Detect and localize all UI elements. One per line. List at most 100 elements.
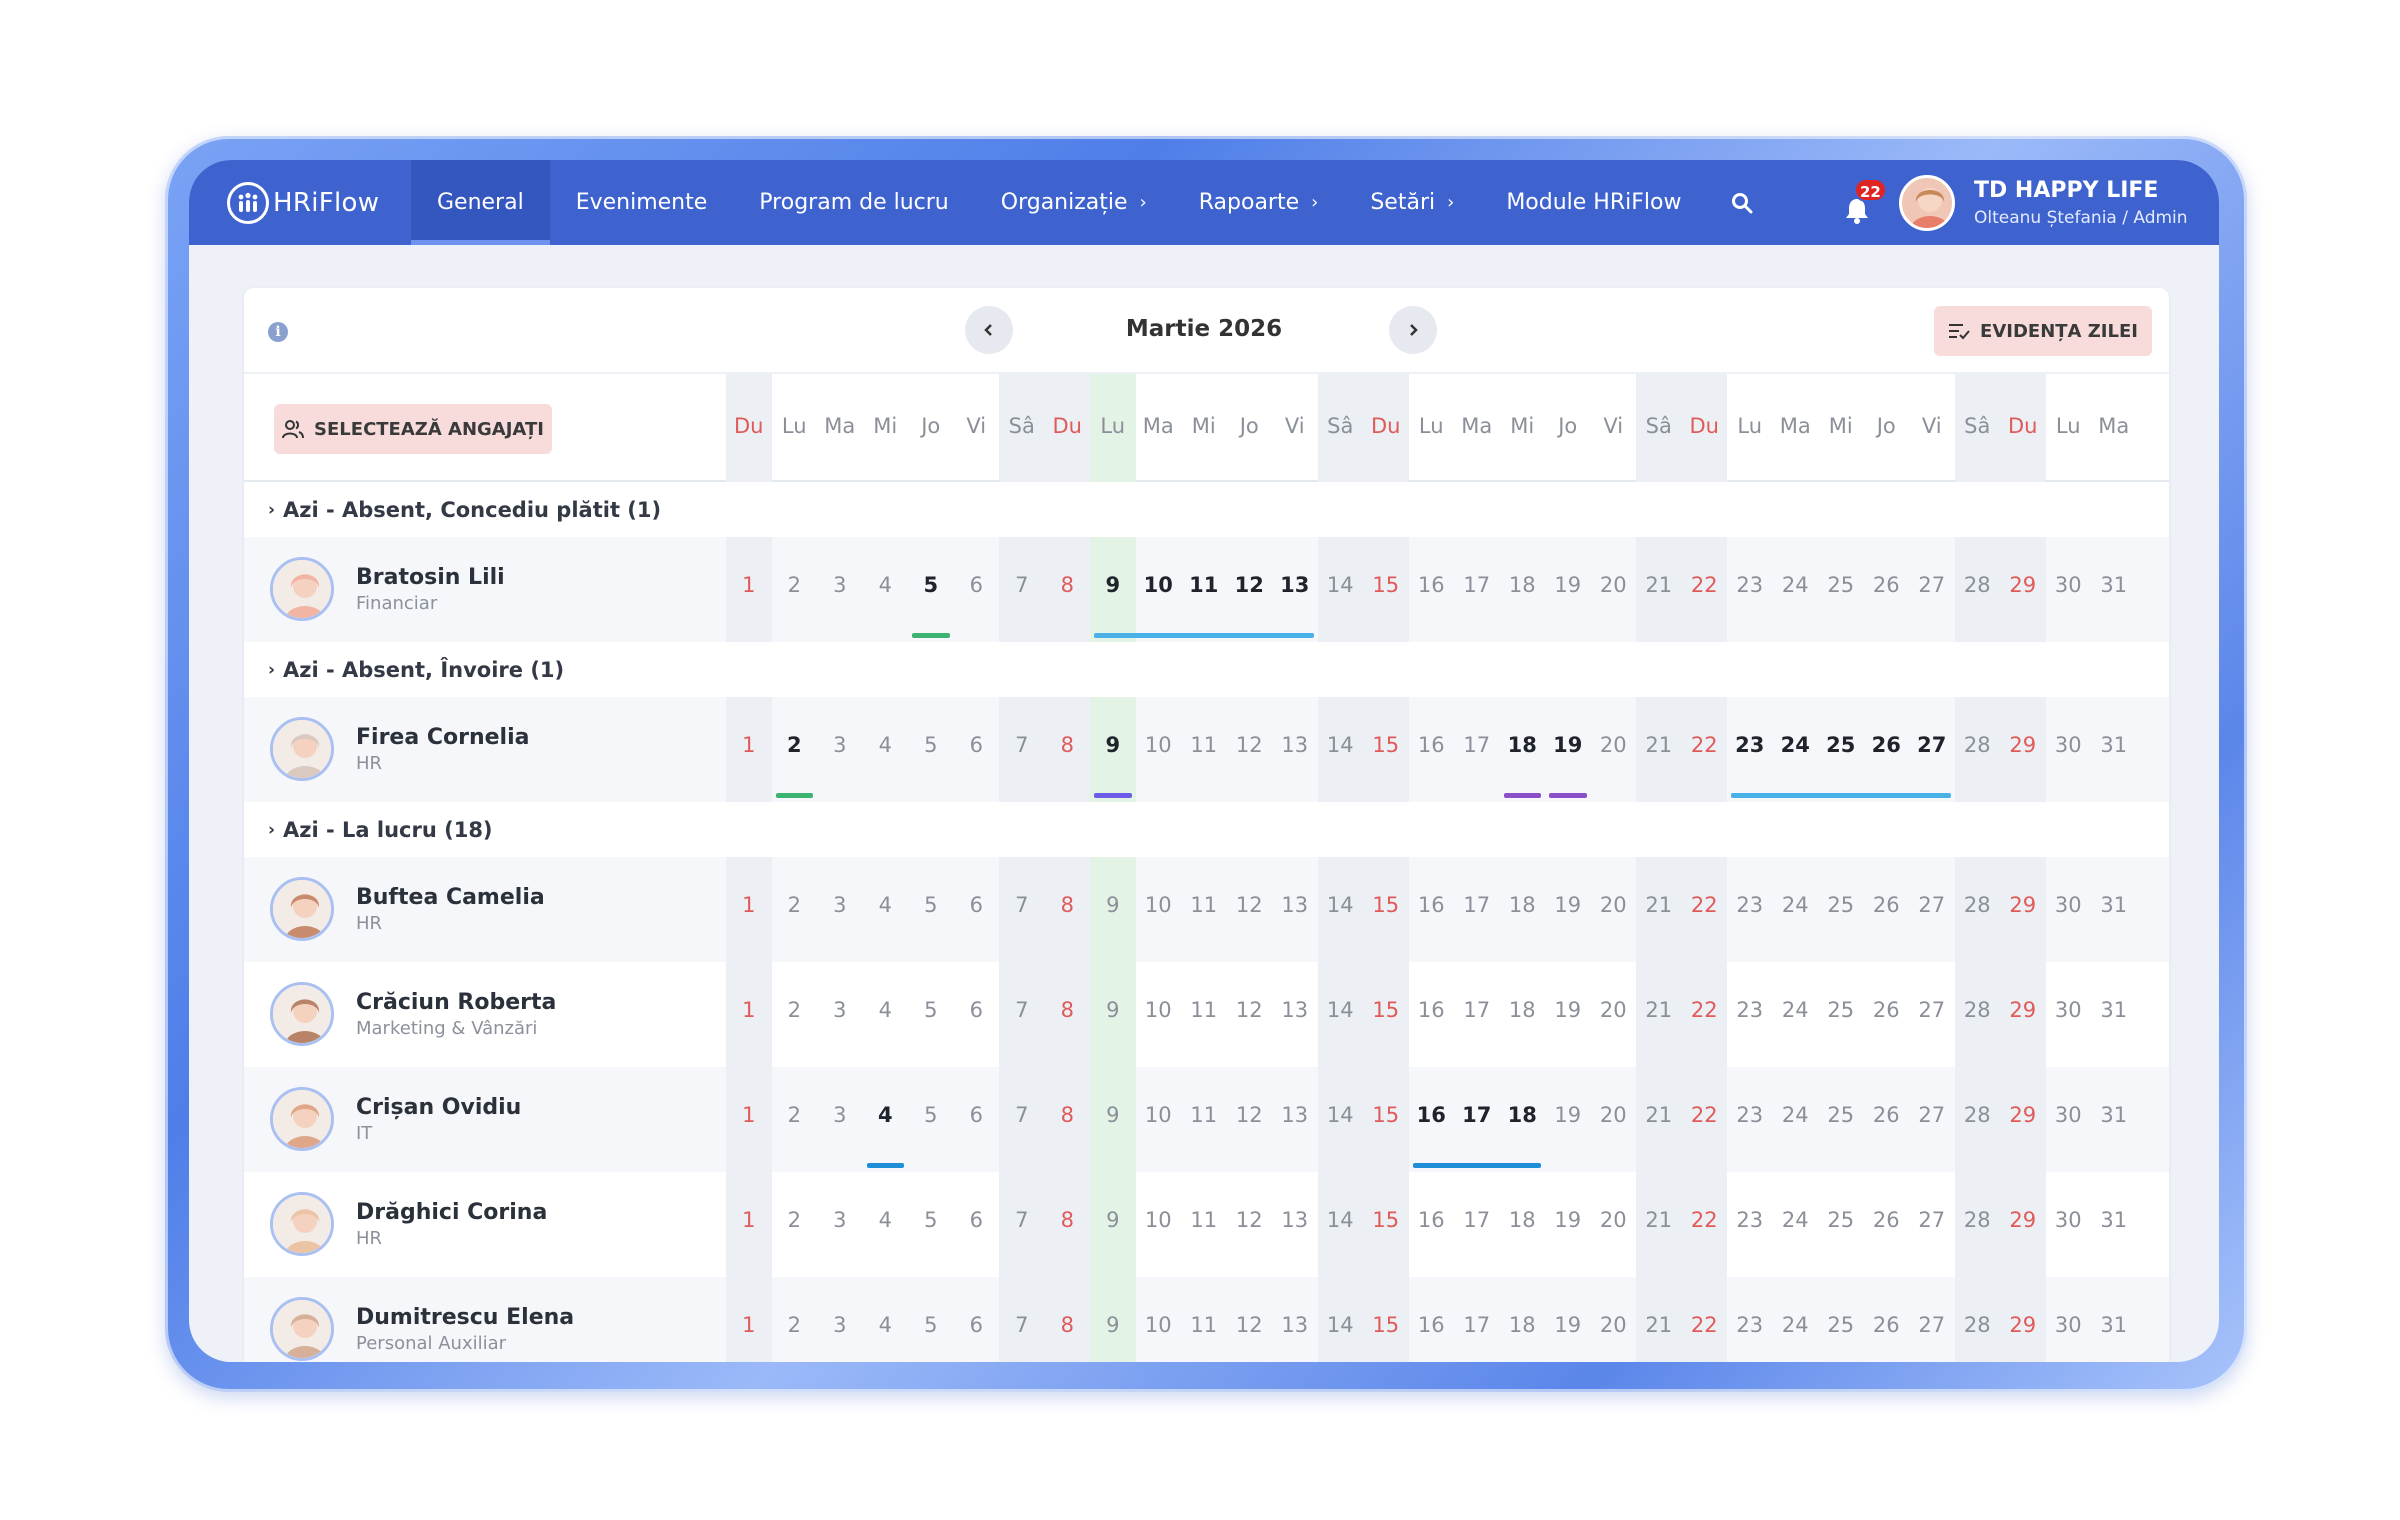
day-cell[interactable]: 18 — [1500, 573, 1546, 597]
day-cell[interactable]: 8 — [1045, 1313, 1091, 1337]
day-cell[interactable]: 9 — [1090, 733, 1136, 757]
day-cell[interactable]: 31 — [2091, 893, 2137, 917]
nav-item-4[interactable]: Rapoarte › — [1173, 160, 1345, 245]
day-cell[interactable]: 31 — [2091, 1313, 2137, 1337]
day-cell[interactable]: 3 — [817, 1208, 863, 1232]
day-cell[interactable]: 27 — [1909, 998, 1955, 1022]
day-cell[interactable]: 9 — [1090, 1208, 1136, 1232]
day-cell[interactable]: 19 — [1545, 1313, 1591, 1337]
day-cell[interactable]: 23 — [1727, 893, 1773, 917]
employee-avatar[interactable] — [270, 1087, 334, 1151]
employee-name[interactable]: Crișan Ovidiu — [356, 1095, 521, 1120]
day-cell[interactable]: 26 — [1864, 1313, 1910, 1337]
day-cell[interactable]: 4 — [863, 1103, 909, 1127]
nav-item-1[interactable]: Evenimente — [550, 160, 734, 245]
day-cell[interactable]: 3 — [817, 1103, 863, 1127]
day-cell[interactable]: 7 — [999, 733, 1045, 757]
day-cell[interactable]: 23 — [1727, 573, 1773, 597]
day-cell[interactable]: 6 — [954, 1208, 1000, 1232]
day-cell[interactable]: 28 — [1955, 1313, 2001, 1337]
day-cell[interactable]: 17 — [1454, 1103, 1500, 1127]
day-cell[interactable]: 1 — [726, 573, 772, 597]
day-cell[interactable]: 19 — [1545, 573, 1591, 597]
day-cell[interactable]: 10 — [1136, 1103, 1182, 1127]
day-cell[interactable]: 31 — [2091, 733, 2137, 757]
day-cell[interactable]: 6 — [954, 573, 1000, 597]
day-cell[interactable]: 8 — [1045, 998, 1091, 1022]
day-cell[interactable]: 7 — [999, 1313, 1045, 1337]
day-cell[interactable]: 13 — [1272, 733, 1318, 757]
day-cell[interactable]: 20 — [1591, 573, 1637, 597]
day-cell[interactable]: 29 — [2000, 1103, 2046, 1127]
day-cell[interactable]: 8 — [1045, 573, 1091, 597]
day-cell[interactable]: 14 — [1318, 1313, 1364, 1337]
day-cell[interactable]: 19 — [1545, 1208, 1591, 1232]
day-cell[interactable]: 12 — [1227, 1313, 1273, 1337]
day-cell[interactable]: 22 — [1682, 1313, 1728, 1337]
day-cell[interactable]: 6 — [954, 733, 1000, 757]
day-cell[interactable]: 13 — [1272, 893, 1318, 917]
day-cell[interactable]: 1 — [726, 893, 772, 917]
day-cell[interactable]: 28 — [1955, 573, 2001, 597]
group-header[interactable]: › Azi - La lucru (18) — [244, 802, 2169, 857]
day-cell[interactable]: 2 — [772, 733, 818, 757]
day-cell[interactable]: 20 — [1591, 733, 1637, 757]
day-cell[interactable]: 10 — [1136, 998, 1182, 1022]
day-cell[interactable]: 25 — [1818, 1103, 1864, 1127]
day-cell[interactable]: 8 — [1045, 893, 1091, 917]
day-cell[interactable]: 15 — [1363, 573, 1409, 597]
employee-row[interactable]: Buftea Camelia HR 1 2 3 4 5 6 7 8 9 10 11 12 13 14 15 16 1… — [244, 857, 2169, 962]
day-cell[interactable]: 11 — [1181, 1208, 1227, 1232]
employee-avatar[interactable] — [270, 1192, 334, 1256]
day-cell[interactable]: 14 — [1318, 998, 1364, 1022]
day-cell[interactable]: 3 — [817, 573, 863, 597]
day-cell[interactable]: 15 — [1363, 893, 1409, 917]
day-cell[interactable]: 9 — [1090, 573, 1136, 597]
day-cell[interactable]: 29 — [2000, 893, 2046, 917]
day-cell[interactable]: 19 — [1545, 998, 1591, 1022]
day-cell[interactable]: 27 — [1909, 1313, 1955, 1337]
day-cell[interactable]: 9 — [1090, 998, 1136, 1022]
day-cell[interactable]: 2 — [772, 998, 818, 1022]
day-cell[interactable]: 20 — [1591, 1208, 1637, 1232]
employee-avatar[interactable] — [270, 1297, 334, 1361]
day-cell[interactable]: 21 — [1636, 733, 1682, 757]
day-cell[interactable]: 19 — [1545, 1103, 1591, 1127]
day-cell[interactable]: 24 — [1773, 1103, 1819, 1127]
day-cell[interactable]: 27 — [1909, 893, 1955, 917]
day-cell[interactable]: 16 — [1409, 733, 1455, 757]
day-cell[interactable]: 31 — [2091, 998, 2137, 1022]
day-cell[interactable]: 27 — [1909, 573, 1955, 597]
day-cell[interactable]: 30 — [2046, 1313, 2092, 1337]
day-cell[interactable]: 1 — [726, 998, 772, 1022]
day-cell[interactable]: 23 — [1727, 1103, 1773, 1127]
day-cell[interactable]: 15 — [1363, 998, 1409, 1022]
day-cell[interactable]: 22 — [1682, 1208, 1728, 1232]
day-cell[interactable]: 5 — [908, 733, 954, 757]
day-cell[interactable]: 16 — [1409, 998, 1455, 1022]
day-cell[interactable]: 29 — [2000, 1313, 2046, 1337]
day-cell[interactable]: 30 — [2046, 573, 2092, 597]
day-cell[interactable]: 3 — [817, 1313, 863, 1337]
day-cell[interactable]: 30 — [2046, 998, 2092, 1022]
day-cell[interactable]: 17 — [1454, 893, 1500, 917]
day-cell[interactable]: 30 — [2046, 1103, 2092, 1127]
day-cell[interactable]: 24 — [1773, 998, 1819, 1022]
day-cell[interactable]: 21 — [1636, 1208, 1682, 1232]
day-cell[interactable]: 5 — [908, 1208, 954, 1232]
day-cell[interactable]: 27 — [1909, 733, 1955, 757]
day-cell[interactable]: 23 — [1727, 1313, 1773, 1337]
day-cell[interactable]: 17 — [1454, 733, 1500, 757]
user-avatar[interactable] — [1899, 175, 1955, 231]
day-cell[interactable]: 18 — [1500, 1103, 1546, 1127]
day-cell[interactable]: 21 — [1636, 1103, 1682, 1127]
day-cell[interactable]: 6 — [954, 1103, 1000, 1127]
day-cell[interactable]: 5 — [908, 1103, 954, 1127]
day-cell[interactable]: 13 — [1272, 573, 1318, 597]
day-cell[interactable]: 9 — [1090, 1313, 1136, 1337]
day-cell[interactable]: 23 — [1727, 1208, 1773, 1232]
day-cell[interactable]: 21 — [1636, 573, 1682, 597]
employee-name[interactable]: Firea Cornelia — [356, 725, 529, 750]
employee-row[interactable]: Bratosin Lili Financiar 1 2 3 4 5 6 7 8 9 10 11 12 13 1… — [244, 537, 2169, 642]
day-cell[interactable]: 30 — [2046, 1208, 2092, 1232]
